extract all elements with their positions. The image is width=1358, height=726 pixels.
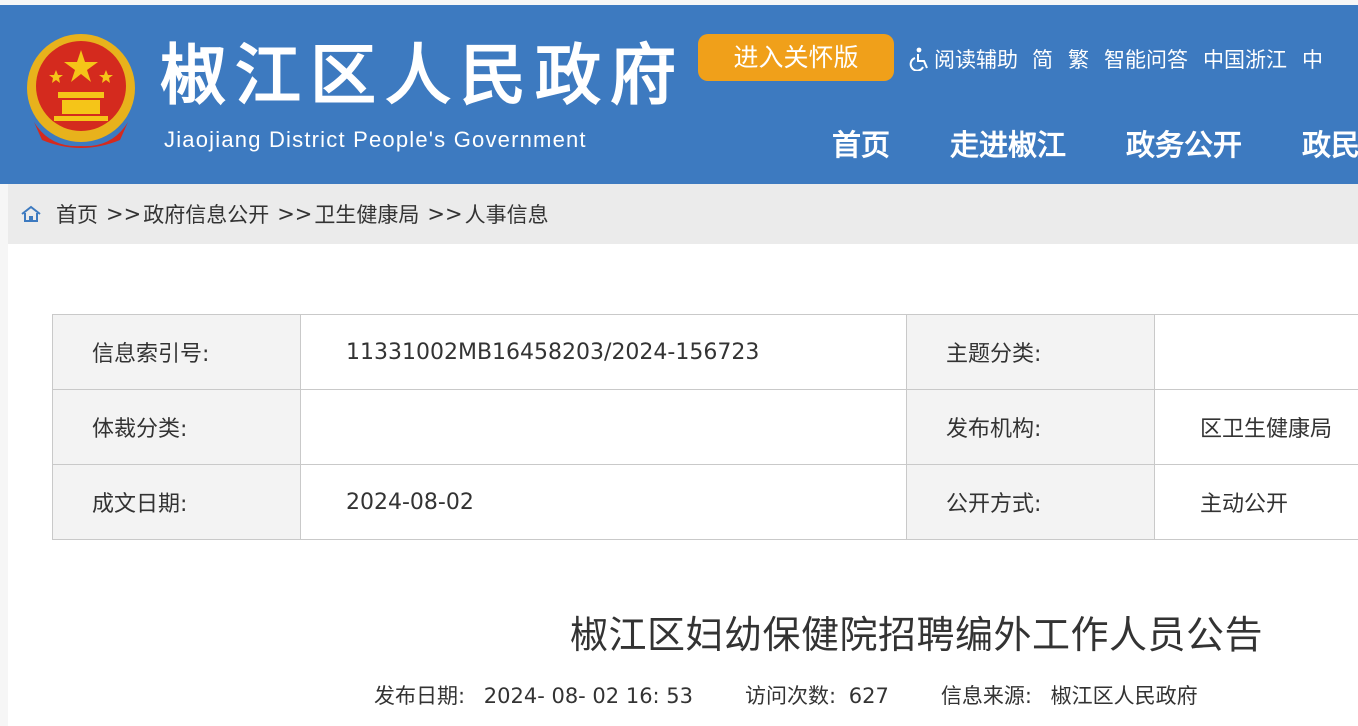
breadcrumb-separator: >> bbox=[106, 202, 142, 226]
table-row: 成文日期: 2024-08-02 公开方式: 主动公开 bbox=[52, 464, 1358, 540]
site-title: 椒江区人民政府 bbox=[160, 37, 685, 114]
nav-home[interactable]: 首页 bbox=[832, 125, 890, 165]
nav-gov-public[interactable]: 政民 bbox=[1302, 125, 1358, 165]
site-subtitle: Jiaojiang District People's Government bbox=[164, 127, 587, 152]
reading-assist-link[interactable]: 阅读辅助 bbox=[908, 44, 1018, 74]
genre-category-label: 体裁分类: bbox=[52, 389, 301, 465]
visit-count-value: 627 bbox=[848, 684, 889, 708]
visit-count: 访问次数: 627 bbox=[745, 680, 889, 710]
table-row: 体裁分类: 发布机构: 区卫生健康局 bbox=[52, 389, 1358, 465]
publisher-label: 发布机构: bbox=[906, 389, 1155, 465]
content-area: 信息索引号: 11331002MB16458203/2024-156723 主题… bbox=[8, 244, 1358, 726]
breadcrumb-home[interactable]: 首页 bbox=[56, 199, 98, 229]
accessibility-icon bbox=[909, 47, 928, 71]
top-links: 阅读辅助 简 繁 智能问答 中国浙江 中 bbox=[908, 44, 1338, 74]
truncated-link[interactable]: 中 bbox=[1302, 44, 1323, 74]
care-mode-button[interactable]: 进入关怀版 bbox=[698, 34, 894, 81]
disclosure-method-label: 公开方式: bbox=[906, 464, 1155, 540]
info-meta-table: 信息索引号: 11331002MB16458203/2024-156723 主题… bbox=[52, 314, 1358, 540]
topic-category-value bbox=[1154, 314, 1358, 390]
simplified-chinese-link[interactable]: 简 bbox=[1032, 44, 1053, 74]
smart-qa-link[interactable]: 智能问答 bbox=[1104, 44, 1188, 74]
info-source: 信息来源: 椒江区人民政府 bbox=[941, 680, 1198, 710]
info-source-label: 信息来源: bbox=[940, 684, 1032, 708]
home-icon bbox=[21, 205, 41, 222]
breadcrumb: 首页 >> 政府信息公开 >> 卫生健康局 >> 人事信息 bbox=[8, 184, 1358, 244]
site-header: 椒江区人民政府 Jiaojiang District People's Gove… bbox=[0, 5, 1358, 184]
breadcrumb-health-bureau[interactable]: 卫生健康局 bbox=[314, 199, 419, 229]
index-number-label: 信息索引号: bbox=[52, 314, 301, 390]
breadcrumb-personnel-info[interactable]: 人事信息 bbox=[465, 199, 549, 229]
visit-count-label: 访问次数: bbox=[745, 684, 837, 708]
publish-date: 发布日期: 2024- 08- 02 16: 53 bbox=[374, 680, 693, 710]
nav-gov-affairs[interactable]: 政务公开 bbox=[1126, 125, 1242, 165]
national-emblem-icon bbox=[27, 34, 135, 148]
disclosure-method-value: 主动公开 bbox=[1154, 464, 1358, 540]
breadcrumb-separator: >> bbox=[277, 202, 313, 226]
publish-date-value: 2024- 08- 02 16: 53 bbox=[483, 684, 694, 708]
article-title: 椒江区妇幼保健院招聘编外工作人员公告 bbox=[570, 613, 1264, 657]
info-source-value: 椒江区人民政府 bbox=[1050, 684, 1198, 708]
traditional-chinese-link[interactable]: 繁 bbox=[1068, 44, 1089, 74]
reading-assist-label: 阅读辅助 bbox=[934, 48, 1018, 72]
publish-date-label: 发布日期: bbox=[374, 684, 466, 708]
publisher-value: 区卫生健康局 bbox=[1154, 389, 1358, 465]
main-nav: 首页 走进椒江 政务公开 政民 bbox=[832, 125, 1358, 165]
index-number-value: 11331002MB16458203/2024-156723 bbox=[300, 314, 907, 390]
genre-category-value bbox=[300, 389, 907, 465]
article-meta: 发布日期: 2024- 08- 02 16: 53 访问次数: 627 信息来源… bbox=[374, 680, 1198, 710]
topic-category-label: 主题分类: bbox=[906, 314, 1155, 390]
written-date-value: 2024-08-02 bbox=[300, 464, 907, 540]
table-row: 信息索引号: 11331002MB16458203/2024-156723 主题… bbox=[52, 314, 1358, 390]
written-date-label: 成文日期: bbox=[52, 464, 301, 540]
breadcrumb-separator: >> bbox=[427, 202, 463, 226]
nav-about-jiaojiang[interactable]: 走进椒江 bbox=[950, 125, 1066, 165]
breadcrumb-gov-info[interactable]: 政府信息公开 bbox=[143, 199, 269, 229]
china-zhejiang-link[interactable]: 中国浙江 bbox=[1203, 44, 1287, 74]
